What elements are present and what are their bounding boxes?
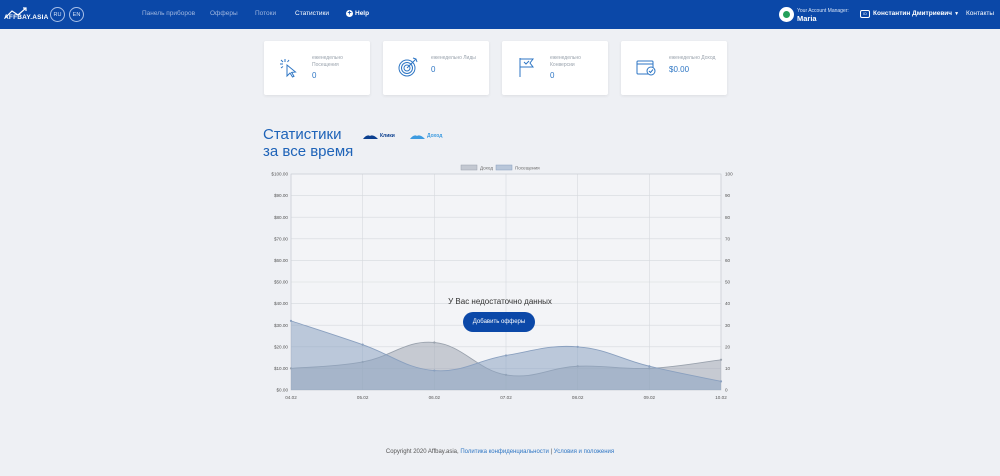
- series-point: [648, 365, 651, 368]
- statistics-chart: $0.00 0 $10.00 10 $20.00 20 $30.00 30 $40.00 40 $5…: [271, 164, 733, 400]
- plus-icon: +: [346, 10, 353, 17]
- legend-swatch: [495, 164, 513, 171]
- stat-label: еженедельно Конверсии: [550, 55, 581, 68]
- legend-clicks-label: Клики: [380, 133, 395, 139]
- series-point: [433, 369, 436, 372]
- statistics-title-line1: Статистики: [263, 126, 342, 143]
- nav-contacts[interactable]: Контакты: [966, 10, 994, 17]
- y-left-tick-label: $50.00: [274, 280, 288, 285]
- logo-text[interactable]: AFFBAY.ASIA: [4, 14, 49, 21]
- y-left-tick-label: $90.00: [274, 193, 288, 198]
- legend-label: Посещения: [515, 165, 540, 170]
- x-tick-label: 09.02: [644, 395, 656, 400]
- x-tick-label: 10.02: [715, 395, 727, 400]
- user-name: Константин Дмитриевич: [873, 10, 953, 17]
- x-tick-label: 05.02: [357, 395, 369, 400]
- power-icon: [779, 7, 794, 22]
- footer: Copyright 2020 Affbay.asia, Политика кон…: [0, 449, 1000, 455]
- y-right-tick-label: 80: [725, 215, 731, 220]
- y-right-tick-label: 20: [725, 344, 731, 349]
- footer-copyright: Copyright 2020 Affbay.asia,: [385, 449, 461, 455]
- y-left-tick-label: $0.00: [277, 388, 289, 393]
- stat-card-conversions: еженедельно Конверсии 0: [502, 41, 608, 95]
- stat-label: еженедельно Посещения: [312, 55, 343, 68]
- nav-statistics[interactable]: Статистики: [295, 10, 329, 17]
- legend-label: Доход: [480, 165, 493, 170]
- series-point: [289, 319, 293, 322]
- statistics-title-line2: за все время: [263, 143, 354, 160]
- legend-income-label: Доход: [427, 133, 443, 139]
- y-left-tick-label: $20.00: [274, 344, 288, 349]
- nav-flows[interactable]: Потоки: [255, 10, 276, 17]
- legend-swatch: [460, 164, 478, 171]
- add-offers-button[interactable]: Добавить офферы: [463, 312, 535, 332]
- y-left-tick-label: $60.00: [274, 258, 288, 263]
- legend-income[interactable]: Доход: [410, 133, 442, 139]
- nav-offers[interactable]: Офферы: [210, 10, 238, 17]
- nav-help-label: Help: [355, 10, 370, 17]
- privacy-policy-link[interactable]: Политика конфиденциальности: [460, 449, 549, 455]
- series-point: [719, 380, 723, 383]
- y-right-tick-label: 90: [725, 193, 731, 198]
- x-tick-label: 08.02: [572, 395, 584, 400]
- y-left-tick-label: $80.00: [274, 215, 288, 220]
- y-right-tick-label: 70: [725, 236, 731, 241]
- wave-icon: [410, 134, 425, 139]
- wave-icon: [363, 134, 378, 139]
- wallet-icon: [636, 60, 656, 76]
- user-menu-dropdown[interactable]: Константин Дмитриевич ▼: [873, 10, 959, 17]
- y-right-tick-label: 60: [725, 258, 731, 263]
- stat-value: $0.00: [669, 65, 690, 74]
- stat-card-income: еженедельно Доход $0.00: [621, 41, 727, 95]
- terms-link[interactable]: Условия и положения: [554, 449, 614, 455]
- y-left-tick-label: $30.00: [274, 323, 288, 328]
- caret-down-icon: ▼: [954, 11, 960, 17]
- top-navigation-bar: AFFBAY.ASIA RU EN Панель приборов Офферы…: [0, 0, 1000, 29]
- statistics-title: Статистики за все время: [263, 126, 353, 160]
- y-right-tick-label: 40: [725, 301, 731, 306]
- flag-icon: [519, 58, 534, 77]
- language-ru-button[interactable]: RU: [50, 7, 65, 22]
- stat-card-leads: еженедельно Лиды 0: [383, 41, 489, 95]
- legend-clicks[interactable]: Клики: [363, 133, 395, 139]
- nav-dashboard[interactable]: Панель приборов: [142, 10, 195, 17]
- y-left-tick-label: $10.00: [274, 366, 288, 371]
- series-point: [433, 341, 436, 344]
- series-point: [504, 354, 508, 357]
- stat-label: еженедельно Доход: [669, 55, 716, 61]
- y-left-tick-label: $40.00: [274, 301, 288, 306]
- stat-value: 0: [431, 65, 436, 74]
- stat-value: 0: [550, 71, 555, 80]
- y-right-tick-label: 10: [725, 366, 731, 371]
- y-left-tick-label: $100.00: [271, 172, 288, 177]
- id-card-icon: ID: [860, 10, 870, 18]
- stat-card-visits: еженедельно Посещения 0: [264, 41, 370, 95]
- target-icon: [398, 57, 418, 77]
- y-left-tick-label: $70.00: [274, 236, 288, 241]
- y-right-tick-label: 100: [725, 172, 733, 177]
- stat-value: 0: [312, 71, 317, 80]
- language-en-button[interactable]: EN: [69, 7, 84, 22]
- cursor-click-icon: [280, 59, 297, 78]
- x-tick-label: 06.02: [429, 395, 441, 400]
- series-point: [361, 343, 364, 346]
- x-tick-label: 04.02: [285, 395, 297, 400]
- y-right-tick-label: 30: [725, 323, 731, 328]
- y-right-tick-label: 0: [725, 388, 728, 393]
- x-tick-label: 07.02: [500, 395, 512, 400]
- stat-label: еженедельно Лиды: [431, 55, 476, 61]
- series-point: [719, 358, 723, 361]
- nav-help[interactable]: + Help: [346, 10, 369, 17]
- account-manager-name: Maria: [797, 14, 817, 23]
- no-data-message: У Вас недостаточно данных: [448, 297, 552, 306]
- series-point: [576, 345, 579, 348]
- y-right-tick-label: 50: [725, 280, 731, 285]
